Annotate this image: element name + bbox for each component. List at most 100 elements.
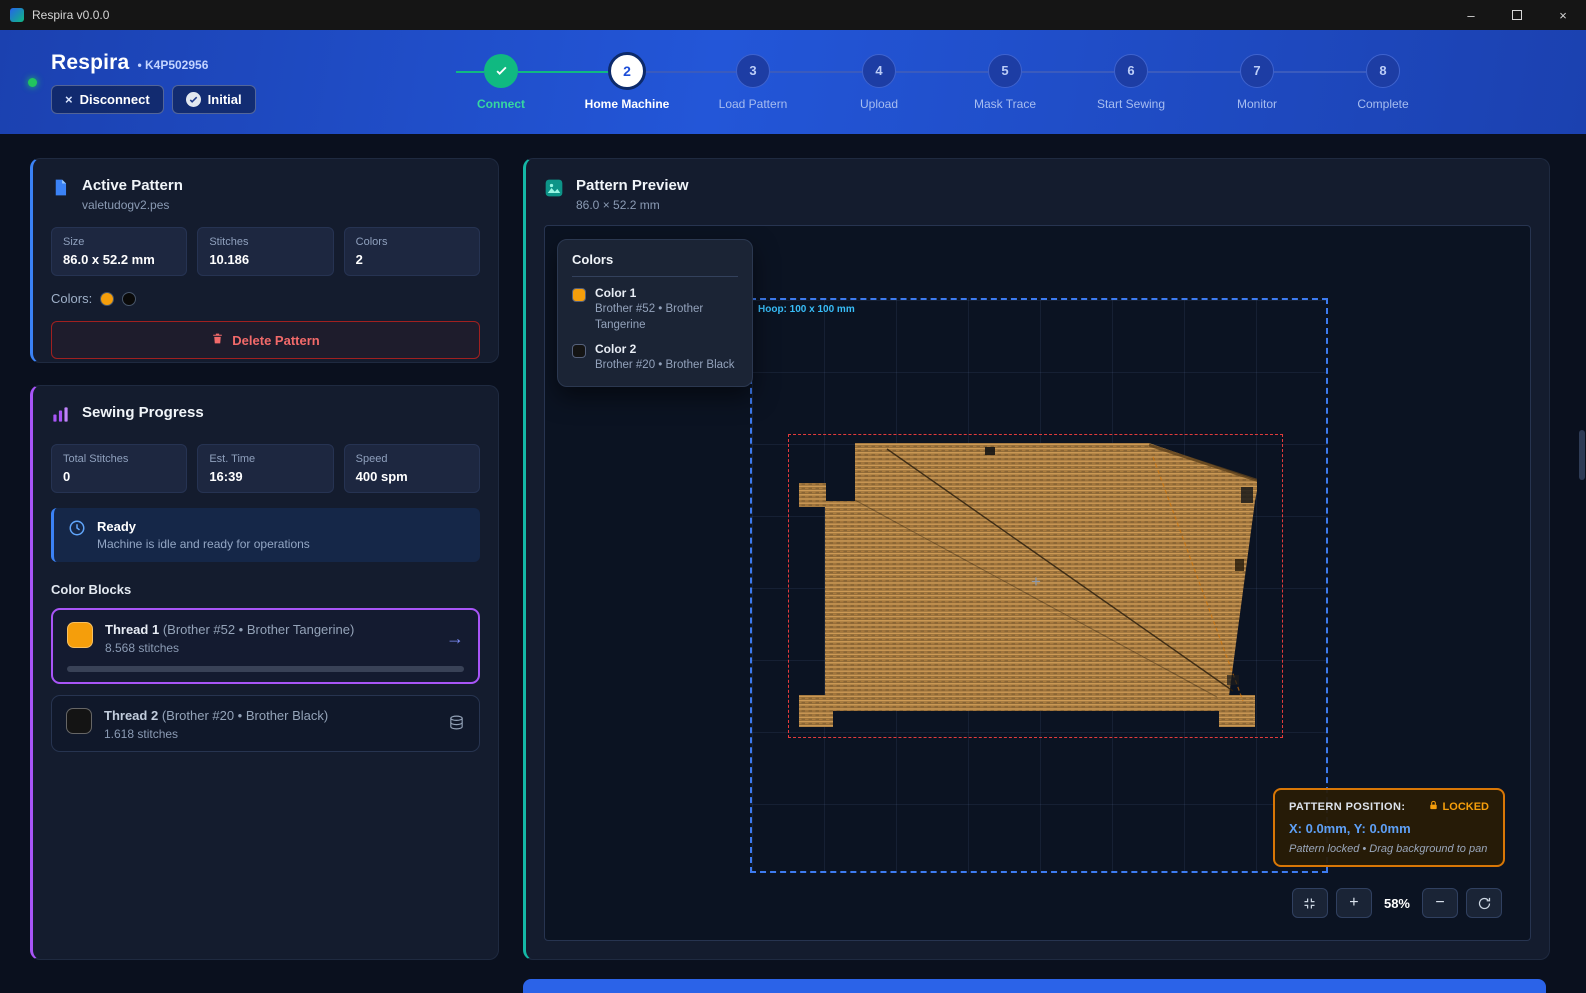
left-column: Active Pattern valetudogv2.pes Size 86.0…	[30, 158, 499, 960]
disconnect-x-icon: ×	[65, 92, 73, 107]
minimize-icon: –	[1467, 8, 1474, 23]
stat-label: Speed	[356, 453, 468, 465]
legend-detail-1: Brother #52 • Brother Tangerine	[595, 302, 738, 333]
thread-block-1[interactable]: Thread 1 (Brother #52 • Brother Tangerin…	[51, 608, 480, 684]
stat-label: Total Stitches	[63, 453, 175, 465]
legend-name-2: Color 2	[595, 342, 735, 356]
stat-label: Colors	[356, 236, 468, 248]
embroidery-pattern[interactable]	[797, 439, 1257, 729]
legend-swatch-2	[572, 344, 586, 358]
close-button[interactable]: ×	[1540, 0, 1586, 30]
preview-canvas[interactable]: Colors Color 1 Brother #52 • Brother Tan…	[544, 225, 1531, 941]
image-icon	[544, 178, 564, 212]
scrollbar-thumb[interactable]	[1579, 430, 1585, 480]
delete-pattern-button[interactable]: Delete Pattern	[51, 321, 480, 359]
arrow-right-icon: →	[446, 628, 464, 649]
zoom-in-button[interactable]: +	[1336, 888, 1372, 918]
active-pattern-title: Active Pattern	[82, 177, 183, 194]
stat-total-stitches: Total Stitches 0	[51, 444, 187, 493]
thread-1-swatch	[67, 622, 93, 648]
layers-icon	[448, 714, 465, 736]
step-label: Start Sewing	[1097, 97, 1165, 111]
stat-value: 86.0 x 52.2 mm	[63, 252, 175, 267]
maximize-button[interactable]	[1494, 0, 1540, 30]
pattern-dimensions: 86.0 × 52.2 mm	[576, 198, 689, 212]
legend-entry-1: Color 1 Brother #52 • Brother Tangerine	[572, 286, 738, 333]
thread-block-2[interactable]: Thread 2 (Brother #20 • Brother Black) 1…	[51, 695, 480, 752]
step-label: Mask Trace	[974, 97, 1036, 111]
step-label: Monitor	[1237, 97, 1277, 111]
check-icon	[494, 63, 509, 78]
stat-size: Size 86.0 x 52.2 mm	[51, 227, 187, 276]
legend-swatch-1	[572, 288, 586, 302]
step-upload[interactable]: 4 Upload	[816, 54, 942, 111]
lock-icon	[1428, 800, 1439, 814]
stat-label: Est. Time	[209, 453, 321, 465]
step-label: Complete	[1357, 97, 1408, 111]
connection-status-dot	[28, 78, 37, 87]
stat-speed: Speed 400 spm	[344, 444, 480, 493]
step-number: 2	[608, 52, 646, 90]
step-home-machine[interactable]: 2 Home Machine	[564, 54, 690, 111]
bottom-action-bar[interactable]	[523, 979, 1546, 993]
step-mask-trace[interactable]: 5 Mask Trace	[942, 54, 1068, 111]
document-icon	[51, 178, 70, 212]
pattern-preview-title: Pattern Preview	[576, 177, 689, 194]
app-name: Respira	[51, 51, 129, 75]
pan-hint: Pattern locked • Drag background to pan	[1289, 843, 1489, 855]
stat-label: Size	[63, 236, 175, 248]
step-load-pattern[interactable]: 3 Load Pattern	[690, 54, 816, 111]
step-number: 3	[736, 54, 770, 88]
window-title: Respira v0.0.0	[32, 8, 109, 22]
stat-value: 10.186	[209, 252, 321, 267]
pattern-filename: valetudogv2.pes	[82, 198, 183, 212]
hoop-label: Hoop: 100 x 100 mm	[758, 304, 855, 315]
step-label: Upload	[860, 97, 898, 111]
step-number: 8	[1366, 54, 1400, 88]
legend-entry-2: Color 2 Brother #20 • Brother Black	[572, 342, 738, 374]
colors-label: Colors:	[51, 291, 92, 306]
locked-badge: LOCKED	[1428, 800, 1489, 814]
legend-name-1: Color 1	[595, 286, 738, 300]
stat-colors: Colors 2	[344, 227, 480, 276]
sewing-progress-card: Sewing Progress Total Stitches 0 Est. Ti…	[30, 385, 499, 960]
thread-1-name: Thread 1	[105, 622, 159, 637]
zoom-out-button[interactable]: −	[1422, 888, 1458, 918]
canvas-crosshair: +	[1031, 572, 1041, 592]
initial-button[interactable]: Initial	[172, 85, 256, 114]
reset-view-button[interactable]	[1466, 888, 1502, 918]
stat-est-time: Est. Time 16:39	[197, 444, 333, 493]
window-titlebar: Respira v0.0.0 – ×	[0, 0, 1586, 30]
minimize-button[interactable]: –	[1448, 0, 1494, 30]
step-complete[interactable]: 8 Complete	[1320, 54, 1446, 111]
thread-1-stitches: 8.568 stitches	[105, 641, 354, 655]
machine-status-banner: Ready Machine is idle and ready for oper…	[51, 508, 480, 562]
main-content: Active Pattern valetudogv2.pes Size 86.0…	[30, 158, 1550, 960]
stat-value: 0	[63, 469, 175, 484]
pattern-position-label: PATTERN POSITION:	[1289, 801, 1405, 813]
color-swatch-1	[100, 292, 114, 306]
fit-view-icon	[1302, 896, 1317, 911]
fit-view-button[interactable]	[1292, 888, 1328, 918]
colors-legend: Colors Color 1 Brother #52 • Brother Tan…	[557, 239, 753, 387]
thread-2-detail: (Brother #20 • Brother Black)	[162, 708, 328, 723]
thread-2-name: Thread 2	[104, 708, 158, 723]
stat-stitches: Stitches 10.186	[197, 227, 333, 276]
step-connect[interactable]: Connect	[438, 54, 564, 111]
pattern-position-overlay: PATTERN POSITION: LOCKED X: 0.0mm, Y: 0.…	[1273, 788, 1505, 867]
delete-pattern-label: Delete Pattern	[232, 333, 319, 348]
color-swatch-2	[122, 292, 136, 306]
step-start-sewing[interactable]: 6 Start Sewing	[1068, 54, 1194, 111]
zoom-controls: + 58% −	[1292, 888, 1502, 918]
locked-label: LOCKED	[1443, 801, 1489, 813]
trash-icon	[211, 332, 224, 348]
step-monitor[interactable]: 7 Monitor	[1194, 54, 1320, 111]
legend-detail-2: Brother #20 • Brother Black	[595, 358, 735, 374]
step-number: 4	[862, 54, 896, 88]
active-pattern-card: Active Pattern valetudogv2.pes Size 86.0…	[30, 158, 499, 363]
pattern-coordinates: X: 0.0mm, Y: 0.0mm	[1289, 821, 1489, 836]
disconnect-button[interactable]: × Disconnect	[51, 85, 164, 114]
disconnect-label: Disconnect	[80, 92, 150, 107]
initial-label: Initial	[208, 92, 242, 107]
clock-icon	[68, 519, 86, 551]
